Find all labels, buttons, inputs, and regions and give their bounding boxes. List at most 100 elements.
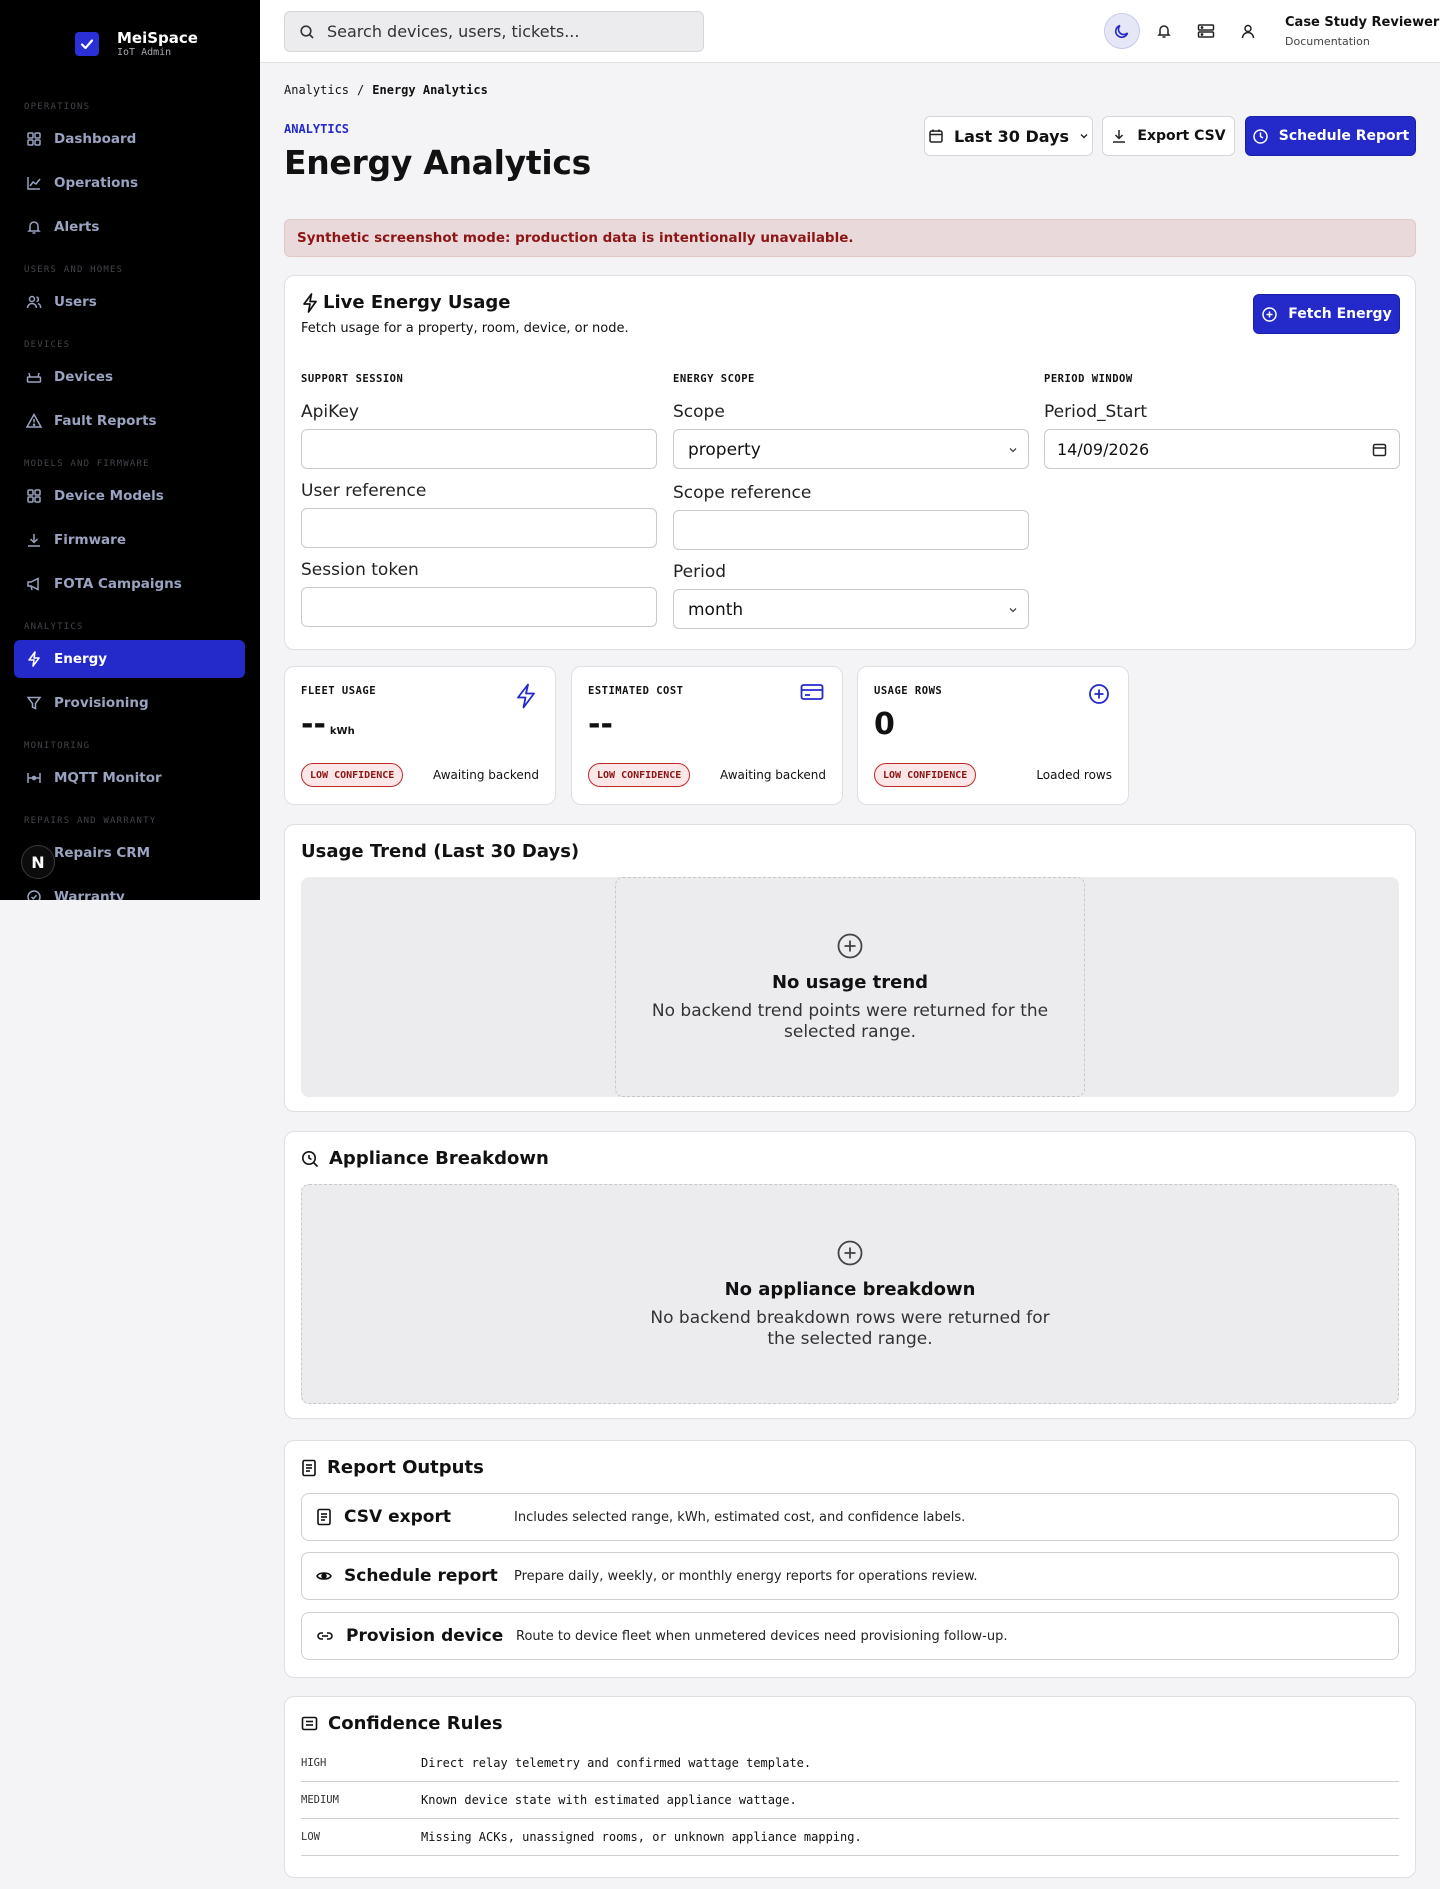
period-start-field[interactable]: 14/09/2026 xyxy=(1044,429,1400,469)
sidebar-item-firmware[interactable]: Firmware xyxy=(14,521,245,559)
sidebar-item-alerts[interactable]: Alerts xyxy=(14,208,245,246)
network-icon xyxy=(26,770,42,786)
stat-value: -- xyxy=(588,707,613,742)
output-row-schedule-report[interactable]: Schedule report Prepare daily, weekly, o… xyxy=(301,1552,1399,1600)
sidebar-item-warranty[interactable]: Warranty xyxy=(14,878,245,900)
schedule-report-button[interactable]: Schedule Report xyxy=(1245,116,1416,156)
sidebar-item-energy[interactable]: Energy xyxy=(14,640,245,678)
rule-row-high: HIGH Direct relay telemetry and confirme… xyxy=(301,1745,1399,1782)
grid-icon xyxy=(26,488,42,504)
period-select[interactable]: month xyxy=(673,589,1029,629)
stat-note: Loaded rows xyxy=(1036,768,1112,782)
confidence-rules-header: Confidence Rules xyxy=(301,1713,503,1734)
stat-value: -- kWh xyxy=(301,707,355,742)
clock-icon xyxy=(1252,128,1269,145)
user-name[interactable]: Case Study Reviewer xyxy=(1285,15,1439,30)
profile-button[interactable] xyxy=(1230,13,1266,49)
stat-card-estimated-cost: ESTIMATED COST -- LOW CONFIDENCE Awaitin… xyxy=(571,666,843,805)
nav-section-devices: DEVICES xyxy=(24,340,71,350)
users-icon xyxy=(26,294,42,310)
scope-value: property xyxy=(688,440,761,460)
calendar-icon[interactable] xyxy=(1372,442,1387,457)
confidence-badge: LOW CONFIDENCE xyxy=(588,763,691,787)
grid-icon xyxy=(26,131,42,147)
server-icon xyxy=(1197,23,1215,39)
scope-reference-input[interactable] xyxy=(674,511,1028,549)
brand-subtitle: IoT Admin xyxy=(117,47,172,58)
sidebar-item-label: Alerts xyxy=(54,219,100,235)
usage-trend-title: Usage Trend (Last 30 Days) xyxy=(301,841,580,862)
stat-label: ESTIMATED COST xyxy=(588,685,684,697)
megaphone-icon xyxy=(26,576,42,592)
sidebar-item-device-models[interactable]: Device Models xyxy=(14,477,245,515)
date-range-button[interactable]: Last 30 Days xyxy=(924,116,1093,156)
theme-toggle-button[interactable] xyxy=(1104,13,1140,49)
sidebar-item-label: Fault Reports xyxy=(54,413,157,429)
sidebar: MeiSpace IoT Admin OPERATIONS Dashboard … xyxy=(0,0,260,900)
brand[interactable]: MeiSpace IoT Admin xyxy=(75,29,198,59)
session-token-input[interactable] xyxy=(302,588,656,626)
sidebar-item-users[interactable]: Users xyxy=(14,283,245,321)
session-token-field[interactable] xyxy=(301,587,657,627)
plus-circle-icon xyxy=(836,1239,864,1267)
stat-value-text: -- xyxy=(301,707,326,742)
sidebar-item-operations[interactable]: Operations xyxy=(14,164,245,202)
search-input[interactable] xyxy=(327,22,687,41)
output-title: Provision device xyxy=(346,1626,504,1646)
fetch-energy-button[interactable]: Fetch Energy xyxy=(1253,294,1400,334)
confidence-badge: LOW CONFIDENCE xyxy=(301,763,404,787)
search-chart-icon xyxy=(301,1150,319,1168)
sidebar-item-mqtt-monitor[interactable]: MQTT Monitor xyxy=(14,759,245,797)
live-energy-card: Live Energy Usage Fetch usage for a prop… xyxy=(284,275,1416,650)
date-range-label: Last 30 Days xyxy=(953,126,1070,146)
period-label: Period xyxy=(673,562,727,582)
nav-section-users: USERS AND HOMES xyxy=(24,265,124,275)
search-bar[interactable] xyxy=(284,11,704,52)
apikey-field[interactable] xyxy=(301,429,657,469)
export-csv-label: Export CSV xyxy=(1137,128,1226,144)
dev-tools-badge[interactable]: N xyxy=(21,845,55,879)
search-icon xyxy=(299,24,315,40)
stat-card-usage-rows: USAGE ROWS 0 LOW CONFIDENCE Loaded rows xyxy=(857,666,1129,805)
apikey-input[interactable] xyxy=(302,430,656,468)
sidebar-item-fota-campaigns[interactable]: FOTA Campaigns xyxy=(14,565,245,603)
server-status-button[interactable] xyxy=(1188,13,1224,49)
sidebar-item-fault-reports[interactable]: Fault Reports xyxy=(14,402,245,440)
page-title: Energy Analytics xyxy=(284,143,591,182)
report-outputs-title: Report Outputs xyxy=(327,1457,484,1478)
chevron-down-icon xyxy=(1079,131,1089,141)
scope-select[interactable]: property xyxy=(673,429,1029,469)
sidebar-item-label: Repairs CRM xyxy=(54,845,151,861)
nav-section-operations: OPERATIONS xyxy=(24,102,91,112)
document-icon xyxy=(301,1459,317,1477)
scope-reference-field[interactable] xyxy=(673,510,1029,550)
user-reference-field[interactable] xyxy=(301,508,657,548)
empty-state-title: No appliance breakdown xyxy=(724,1278,976,1300)
notifications-button[interactable] xyxy=(1146,13,1182,49)
sidebar-item-devices[interactable]: Devices xyxy=(14,358,245,396)
live-energy-title: Live Energy Usage xyxy=(323,292,511,313)
page-eyebrow: ANALYTICS xyxy=(284,122,350,136)
rule-level: MEDIUM xyxy=(301,1794,339,1806)
session-token-label: Session token xyxy=(301,560,419,580)
rule-row-medium: MEDIUM Known device state with estimated… xyxy=(301,1782,1399,1819)
confidence-badge: LOW CONFIDENCE xyxy=(874,763,977,787)
output-row-csv-export[interactable]: CSV export Includes selected range, kWh,… xyxy=(301,1493,1399,1541)
sidebar-item-label: Firmware xyxy=(54,532,126,548)
scope-label: Scope xyxy=(673,402,725,422)
output-row-provision-device[interactable]: Provision device Route to device fleet w… xyxy=(301,1612,1399,1660)
sidebar-item-label: Energy xyxy=(54,651,108,667)
download-icon xyxy=(1111,128,1127,144)
user-reference-input[interactable] xyxy=(302,509,656,547)
confidence-rules-card: Confidence Rules HIGH Direct relay telem… xyxy=(284,1696,1416,1878)
rule-text: Direct relay telemetry and confirmed wat… xyxy=(421,1756,812,1770)
stat-note: Awaiting backend xyxy=(433,768,539,782)
sidebar-item-provisioning[interactable]: Provisioning xyxy=(14,684,245,722)
nav-section-monitoring: MONITORING xyxy=(24,741,91,751)
breadcrumb-parent[interactable]: Analytics xyxy=(284,83,349,97)
stat-label: FLEET USAGE xyxy=(301,685,377,697)
export-csv-button[interactable]: Export CSV xyxy=(1102,116,1235,156)
user-reference-label: User reference xyxy=(301,481,427,501)
rule-level: HIGH xyxy=(301,1757,327,1769)
sidebar-item-dashboard[interactable]: Dashboard xyxy=(14,120,245,158)
